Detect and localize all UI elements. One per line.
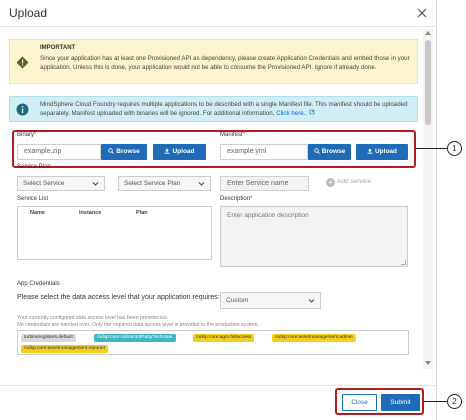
description-textarea[interactable]: Enter application description <box>220 206 408 267</box>
app-credentials-heading: App Credentials <box>17 281 60 287</box>
dialog-header: Upload <box>0 0 437 27</box>
dialog-title: Upload <box>9 6 48 20</box>
credential-tags-box: turbineregisters.default mdsp:core:Admin… <box>17 330 409 355</box>
upload-dialog: Upload IMPORTANT Since your application … <box>0 0 437 420</box>
credentials-note-line1: Your currently configured data access le… <box>17 315 169 321</box>
service-list-col-plan: Plan <box>136 210 148 216</box>
credential-tag: mdsp:core:assetmanagement.admin <box>272 334 356 342</box>
callout-1: 1 <box>447 141 462 156</box>
warning-heading: IMPORTANT <box>40 45 76 51</box>
warning-text: Since your application has at least one … <box>40 55 410 71</box>
service-name-input[interactable]: Enter Service name <box>220 176 309 191</box>
warning-alert: IMPORTANT Since your application has at … <box>9 39 418 84</box>
credential-tag: mdsp:core:agm.fullaccess <box>193 334 255 342</box>
credential-tag: mdsp:core:Admin3rdPartyTechUser <box>94 334 176 342</box>
data-access-question: Please select the data access level that… <box>17 294 220 301</box>
chevron-down-icon <box>308 299 315 303</box>
info-body: MindSphere Cloud Foundry requires multip… <box>40 101 408 117</box>
resize-handle-icon[interactable] <box>401 260 406 265</box>
close-button[interactable]: Close <box>342 394 377 411</box>
info-link[interactable]: Click here.. <box>276 110 307 117</box>
callout-2: 2 <box>447 394 462 409</box>
description-label: Description* <box>220 196 253 202</box>
credentials-note: Your currently configured data access le… <box>17 315 259 329</box>
add-icon: + <box>326 178 335 187</box>
credentials-note-line2: No credentials are handed over. Only the… <box>17 322 259 328</box>
service-list-label: Service List <box>17 196 49 202</box>
chevron-down-icon <box>198 182 205 186</box>
chevron-down-icon <box>92 182 99 186</box>
close-icon[interactable] <box>416 7 428 19</box>
add-service-button[interactable]: + Add service <box>326 178 371 187</box>
scroll-down-icon[interactable] <box>425 361 431 365</box>
callout-1-line <box>416 148 447 149</box>
warning-icon <box>16 56 29 69</box>
callout-2-line <box>424 401 447 402</box>
scroll-up-icon[interactable] <box>425 31 431 35</box>
credential-tag: turbineregisters.default <box>21 334 76 342</box>
submit-button[interactable]: Submit <box>381 394 420 411</box>
data-access-level-dropdown[interactable]: Custom <box>220 292 321 309</box>
service-list-col-instance: Instance <box>79 210 102 216</box>
info-alert: MindSphere Cloud Foundry requires multip… <box>9 96 418 122</box>
info-text: MindSphere Cloud Foundry requires multip… <box>40 100 412 118</box>
service-list-table: Name Instance Plan <box>17 206 212 260</box>
select-service-plan-dropdown[interactable]: Select Service Plan <box>118 176 211 191</box>
select-service-dropdown[interactable]: Select Service <box>17 176 105 191</box>
external-link-icon[interactable] <box>309 109 315 115</box>
info-icon <box>16 103 29 116</box>
service-list-col-name: Name <box>30 210 45 216</box>
file-upload-highlight <box>12 130 416 168</box>
scrollbar-thumb[interactable] <box>425 40 431 125</box>
service-plan-label: Service Plan <box>17 164 51 170</box>
dialog-scrollbar[interactable] <box>423 29 433 369</box>
credential-tag: mdsp:core:assetmanagement.reporter <box>21 345 109 353</box>
